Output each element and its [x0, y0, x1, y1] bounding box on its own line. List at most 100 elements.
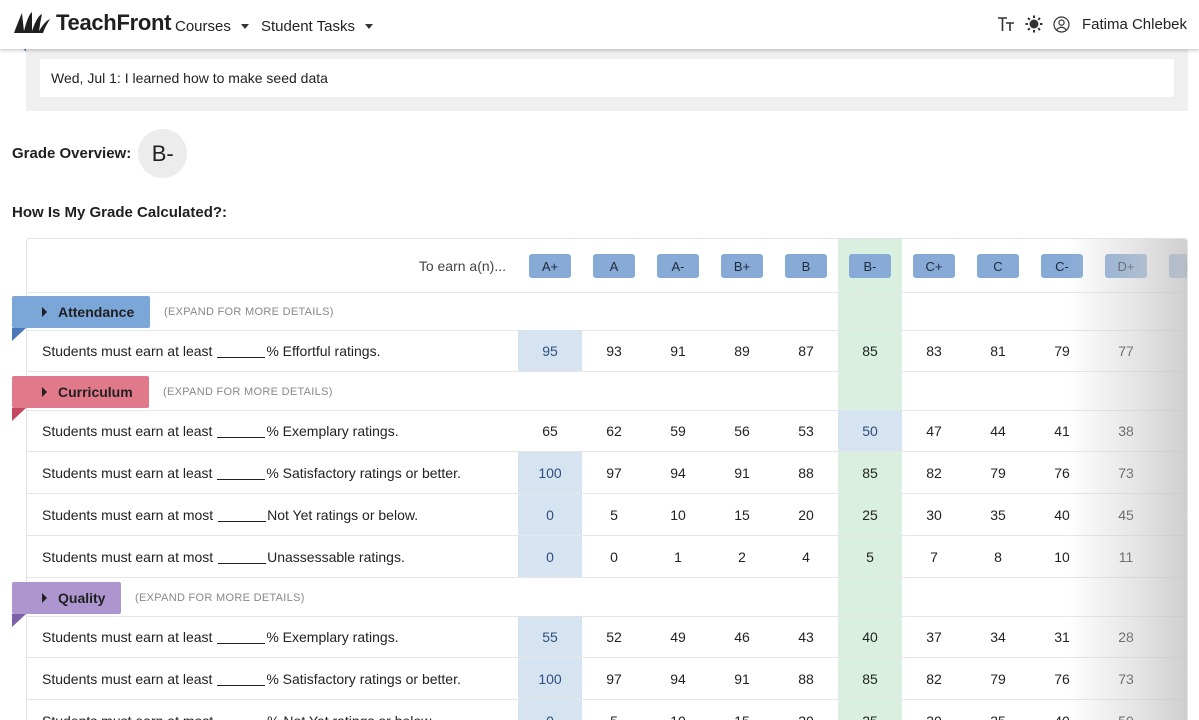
- threshold-cell: 79: [990, 670, 1006, 687]
- grade-chip[interactable]: B-: [849, 254, 891, 278]
- category-tag-quality[interactable]: Quality: [12, 582, 122, 614]
- chevron-down-icon: [364, 24, 373, 29]
- threshold-cell: 76: [1054, 464, 1070, 481]
- app-logo[interactable]: TeachFront: [12, 10, 171, 36]
- threshold-cell: 77: [1118, 342, 1134, 359]
- category-tag-attendance[interactable]: Attendance: [12, 296, 151, 328]
- grade-overview-label: Grade Overview:: [12, 145, 132, 162]
- threshold-cell: 1: [1158, 536, 1187, 577]
- threshold-cell: 2: [1158, 616, 1187, 657]
- requirement-prefix: Students must earn at least: [42, 342, 213, 359]
- category-name: Attendance: [58, 304, 135, 320]
- requirement-text: Students must earn at least % Exemplary …: [42, 616, 399, 657]
- grade-chip[interactable]: D: [1169, 254, 1187, 278]
- grade-chip[interactable]: B: [785, 254, 827, 278]
- threshold-cell: 7: [1158, 330, 1187, 371]
- category-tag-curriculum[interactable]: Curriculum: [12, 376, 149, 408]
- threshold-cell: 76: [1054, 670, 1070, 687]
- requirement-suffix: % Satisfactory ratings or better.: [266, 670, 461, 687]
- threshold-cell: 25: [862, 506, 878, 523]
- expand-details-hint[interactable]: (EXPAND FOR MORE DETAILS): [164, 306, 334, 318]
- earn-label: To earn a(n)...: [418, 258, 506, 274]
- threshold-cell: 73: [1118, 670, 1134, 687]
- requirement-suffix: % Satisfactory ratings or better.: [266, 464, 461, 481]
- blank-line: [217, 344, 266, 358]
- grade-chip[interactable]: A: [593, 254, 635, 278]
- requirement-prefix: Students must earn at most: [42, 506, 214, 523]
- expand-details-hint[interactable]: (EXPAND FOR MORE DETAILS): [135, 592, 305, 604]
- threshold-cell: 81: [990, 342, 1006, 359]
- requirement-text: Students must earn at least % Effortful …: [42, 330, 380, 371]
- threshold-cell: 7: [1158, 658, 1187, 699]
- threshold-cell: 88: [798, 464, 814, 481]
- threshold-cell: 45: [1118, 506, 1134, 523]
- threshold-cell: 0: [518, 494, 582, 535]
- blank-line: [217, 424, 266, 438]
- threshold-cell: 95: [518, 330, 582, 371]
- threshold-cell: 4: [802, 548, 810, 565]
- grade-chip[interactable]: C-: [1041, 254, 1083, 278]
- row-divider: [27, 292, 1187, 293]
- threshold-cell: 10: [646, 700, 710, 720]
- threshold-cell: 50: [838, 410, 902, 451]
- threshold-cell: 79: [990, 464, 1006, 481]
- threshold-cell: 73: [1118, 464, 1134, 481]
- grade-chip[interactable]: D+: [1105, 254, 1147, 278]
- grade-chip[interactable]: A+: [529, 254, 571, 278]
- requirement-text: Students must earn at least % Satisfacto…: [42, 452, 461, 493]
- category-name: Quality: [58, 590, 106, 606]
- student-tasks-menu[interactable]: Student Tasks: [261, 18, 373, 35]
- threshold-cell: 20: [774, 700, 838, 720]
- expand-details-hint[interactable]: (EXPAND FOR MORE DETAILS): [163, 386, 333, 398]
- grade-chip[interactable]: C+: [913, 254, 955, 278]
- threshold-cell: 2: [738, 548, 746, 565]
- threshold-cell: 15: [734, 506, 750, 523]
- category-tag-fold: [12, 328, 26, 341]
- threshold-cell: 52: [606, 628, 622, 645]
- threshold-cell: 100: [518, 452, 582, 493]
- threshold-cell: 97: [606, 464, 622, 481]
- courses-menu[interactable]: Courses: [175, 18, 249, 35]
- threshold-cell: 7: [1158, 452, 1187, 493]
- grade-chip[interactable]: C: [977, 254, 1019, 278]
- threshold-cell: 82: [926, 670, 942, 687]
- threshold-cell: 40: [862, 628, 878, 645]
- text-size-icon[interactable]: [997, 14, 1015, 34]
- grade-chip[interactable]: B+: [721, 254, 763, 278]
- threshold-cell: 85: [862, 342, 878, 359]
- threshold-cell: 40: [1054, 506, 1070, 523]
- blank-line: [218, 508, 267, 522]
- threshold-cell: 3: [1158, 410, 1187, 451]
- blank-line: [218, 550, 267, 564]
- requirement-prefix: Students must earn at most: [42, 548, 214, 565]
- requirement-prefix: Students must earn at least: [42, 422, 213, 439]
- threshold-cell: 53: [798, 422, 814, 439]
- app-name: TeachFront: [56, 10, 172, 35]
- user-avatar-icon[interactable]: [1053, 14, 1070, 34]
- row-divider: [27, 577, 1187, 578]
- blank-line: [217, 466, 266, 480]
- theme-toggle-icon[interactable]: [1025, 14, 1043, 34]
- requirement-prefix: Students must earn at least: [42, 670, 213, 687]
- requirement-text: Students must earn at most % Not Yet rat…: [42, 700, 434, 720]
- threshold-cell: 93: [606, 342, 622, 359]
- reflection-entry: Wed, Jul 1: I learned how to make seed d…: [40, 59, 1174, 97]
- threshold-cell: 5: [866, 548, 874, 565]
- user-tools: Fatima Chlebek: [997, 14, 1187, 34]
- threshold-cell: 5: [610, 506, 618, 523]
- threshold-cell: 31: [1054, 628, 1070, 645]
- threshold-cell: 65: [542, 422, 558, 439]
- threshold-cell: 0: [518, 536, 582, 577]
- caret-right-icon: [42, 593, 47, 603]
- threshold-cell: 49: [670, 628, 686, 645]
- user-name[interactable]: Fatima Chlebek: [1082, 16, 1187, 33]
- threshold-cell: 46: [734, 628, 750, 645]
- threshold-cell: 43: [798, 628, 814, 645]
- threshold-cell: 91: [734, 670, 750, 687]
- grade-badge: B-: [138, 129, 188, 178]
- grade-chip[interactable]: A-: [657, 254, 699, 278]
- requirement-suffix: % Not Yet ratings or below.: [267, 713, 434, 720]
- category-tag-fold: [12, 614, 26, 627]
- threshold-cell: 82: [926, 464, 942, 481]
- reflection-date: Wed, Jul 1:: [51, 70, 121, 86]
